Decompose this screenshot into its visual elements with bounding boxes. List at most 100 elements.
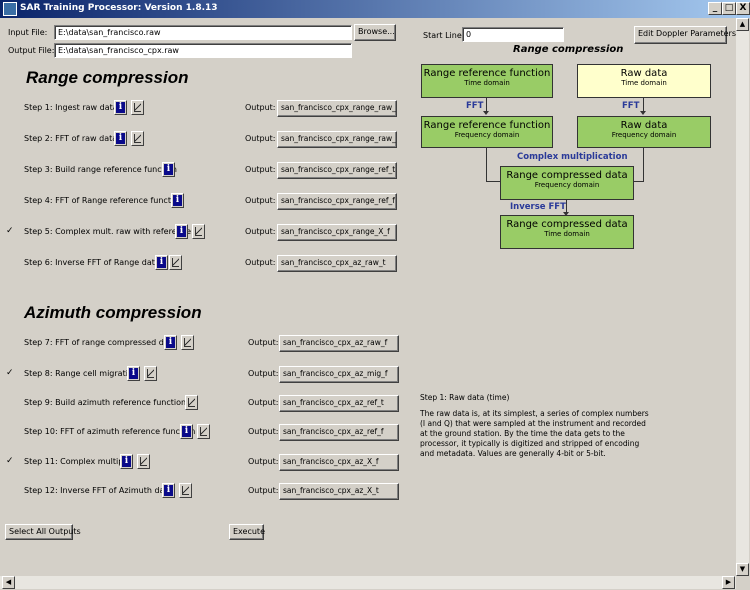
fft-label-right: FFT: [622, 101, 640, 111]
output-label: Output:: [245, 103, 276, 112]
info-button[interactable]: i: [164, 335, 177, 350]
maximize-button[interactable]: □: [722, 2, 736, 15]
output-file-button[interactable]: san_francisco_cpx_range_raw_f: [277, 131, 397, 148]
complex-mult-label: Complex multiplication: [517, 152, 628, 162]
close-button[interactable]: X: [736, 2, 750, 15]
info-icon: i: [166, 337, 175, 348]
info-button[interactable]: i: [155, 255, 168, 270]
azimuth-heading: Azimuth compression: [24, 303, 202, 322]
info-icon: i: [129, 368, 138, 379]
info-icon: i: [164, 164, 173, 175]
info-button[interactable]: i: [162, 483, 175, 498]
start-line-label: Start Line:: [423, 31, 465, 40]
box-raw-time: Raw data Time domain: [577, 64, 711, 98]
arrow-line: [486, 148, 487, 182]
box-subtitle: Frequency domain: [611, 131, 677, 139]
arrow-line: [486, 181, 500, 182]
scroll-up-button[interactable]: ▲: [736, 18, 749, 31]
step-label: Step 10: FFT of azimuth reference functi…: [24, 427, 196, 436]
box-compressed-time: Range compressed data Time domain: [500, 215, 634, 249]
info-button[interactable]: i: [114, 100, 127, 115]
output-file-button[interactable]: san_francisco_cpx_range_raw_t: [277, 100, 397, 117]
output-file-field[interactable]: E:\data\san_francisco_cpx.raw: [54, 43, 352, 58]
info-button[interactable]: i: [120, 454, 133, 469]
input-file-field[interactable]: E:\data\san_francisco.raw: [54, 25, 352, 40]
output-file-button[interactable]: san_francisco_cpx_range_ref_t: [277, 162, 397, 179]
plot-button[interactable]: [131, 131, 144, 146]
box-title: Raw data: [620, 68, 668, 79]
app-icon: [3, 2, 17, 16]
output-file-button[interactable]: san_francisco_cpx_az_ref_f: [279, 424, 399, 441]
info-button[interactable]: i: [180, 424, 193, 439]
step-label: Step 3: Build range reference function: [24, 165, 177, 174]
step-label: Step 7: FFT of range compressed data: [24, 338, 177, 347]
arrow-head: [640, 111, 646, 115]
description-title: Step 1: Raw data (time): [420, 393, 510, 402]
step-label: Step 5: Complex mult. raw with reference: [24, 227, 192, 236]
info-button[interactable]: i: [171, 193, 184, 208]
output-file-button[interactable]: san_francisco_cpx_range_X_f: [277, 224, 397, 241]
browse-button[interactable]: Browse...: [354, 24, 396, 41]
plot-button[interactable]: [197, 424, 210, 439]
info-button[interactable]: i: [127, 366, 140, 381]
start-line-field[interactable]: 0: [462, 27, 564, 42]
output-file-button[interactable]: san_francisco_cpx_az_X_t: [279, 483, 399, 500]
plot-icon: [188, 398, 195, 407]
plot-button[interactable]: [192, 224, 205, 239]
horizontal-scrollbar[interactable]: [0, 576, 736, 589]
plot-button[interactable]: [181, 335, 194, 350]
arrow-head: [483, 111, 489, 115]
output-label: Output:: [248, 398, 279, 407]
output-label: Output:: [245, 134, 276, 143]
plot-icon: [200, 427, 207, 436]
box-title: Range compressed data: [506, 219, 628, 230]
info-button[interactable]: i: [162, 162, 175, 177]
box-subtitle: Frequency domain: [454, 131, 520, 139]
execute-button[interactable]: Execute: [229, 524, 265, 540]
output-label: Output:: [248, 338, 279, 347]
plot-icon: [134, 103, 141, 112]
plot-button[interactable]: [144, 366, 157, 381]
scroll-right-button[interactable]: ▶: [722, 576, 735, 589]
output-label: Output:: [248, 427, 279, 436]
plot-button[interactable]: [179, 483, 192, 498]
output-label: Output:: [245, 165, 276, 174]
output-label: Output:: [245, 258, 276, 267]
plot-button[interactable]: [185, 395, 198, 410]
plot-button[interactable]: [137, 454, 150, 469]
step-checkbox[interactable]: ✓: [6, 369, 15, 378]
output-file-button[interactable]: san_francisco_cpx_az_mig_f: [279, 366, 399, 383]
plot-button[interactable]: [131, 100, 144, 115]
step-label: Step 9: Build azimuth reference function: [24, 398, 187, 407]
output-file-button[interactable]: san_francisco_cpx_az_raw_f: [279, 335, 399, 352]
box-range-ref-freq: Range reference function Frequency domai…: [421, 116, 553, 148]
output-file-button[interactable]: san_francisco_cpx_az_raw_t: [277, 255, 397, 272]
range-heading: Range compression: [26, 68, 189, 87]
minimize-button[interactable]: _: [708, 2, 722, 15]
scroll-down-button[interactable]: ▼: [736, 563, 749, 576]
select-all-outputs-button[interactable]: Select All Outputs: [5, 524, 81, 540]
step-label: Step 8: Range cell migration: [24, 369, 138, 378]
output-label: Output:: [245, 227, 276, 236]
fft-label-left: FFT: [466, 101, 484, 111]
output-file-button[interactable]: san_francisco_cpx_az_X_f: [279, 454, 399, 471]
box-title: Raw data: [620, 120, 668, 131]
plot-icon: [184, 338, 191, 347]
scroll-left-button[interactable]: ◀: [2, 576, 15, 589]
info-button[interactable]: i: [114, 131, 127, 146]
step-label: Step 6: Inverse FFT of Range data: [24, 258, 160, 267]
vertical-scrollbar[interactable]: [736, 18, 749, 576]
box-subtitle: Time domain: [544, 230, 590, 238]
edit-doppler-button[interactable]: Edit Doppler Parameters: [634, 26, 736, 44]
step-checkbox[interactable]: ✓: [6, 457, 15, 466]
plot-icon: [140, 457, 147, 466]
plot-button[interactable]: [169, 255, 182, 270]
box-subtitle: Frequency domain: [534, 181, 600, 189]
diagram-title: Range compression: [513, 44, 624, 55]
output-file-button[interactable]: san_francisco_cpx_az_ref_t: [279, 395, 399, 412]
output-file-button[interactable]: san_francisco_cpx_range_ref_f: [277, 193, 397, 210]
plot-icon: [172, 258, 179, 267]
step-checkbox[interactable]: ✓: [6, 227, 15, 236]
info-button[interactable]: i: [175, 224, 188, 239]
arrow-line: [643, 148, 644, 182]
